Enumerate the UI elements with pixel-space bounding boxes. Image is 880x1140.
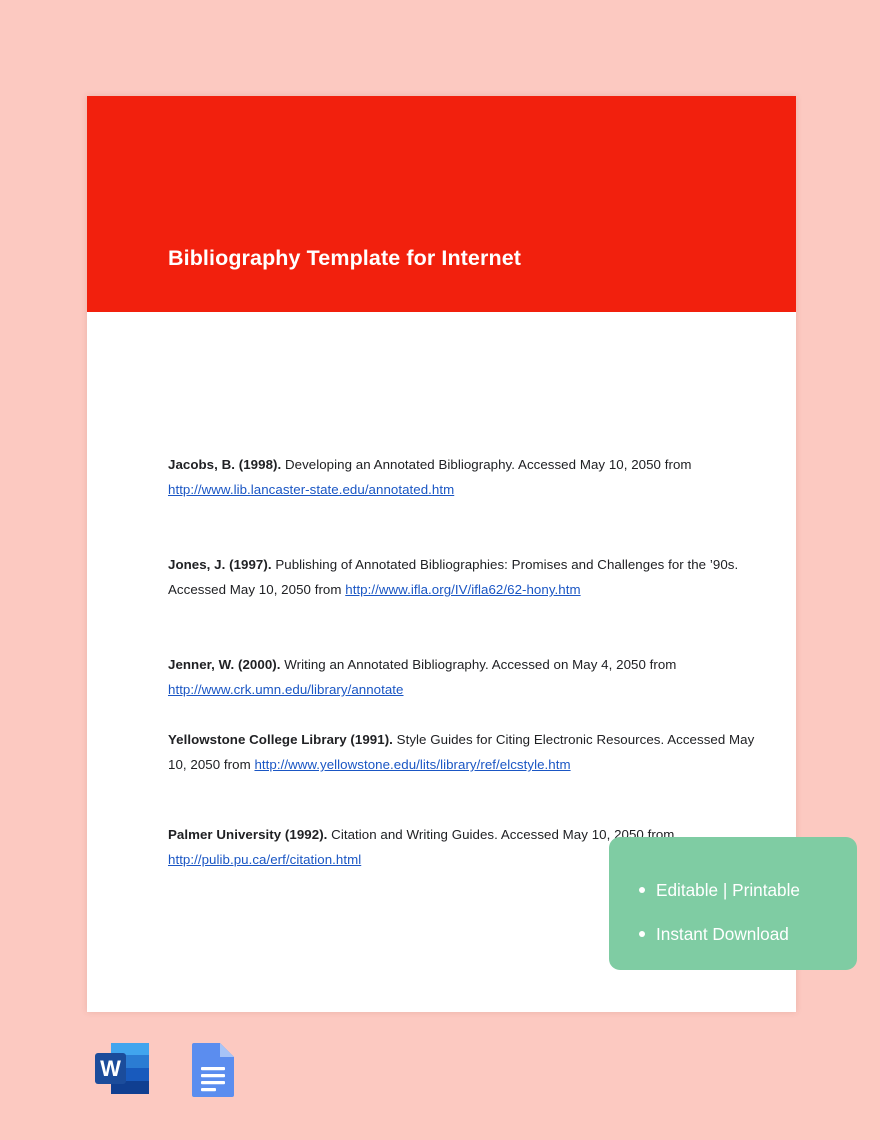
promo-line: Editable | Printable	[639, 868, 857, 912]
entry-link[interactable]: http://www.ifla.org/IV/ifla62/62-hony.ht…	[345, 582, 580, 597]
file-format-icons: W	[92, 1040, 244, 1098]
bibliography-entry: Jones, J. (1997). Publishing of Annotate…	[168, 552, 788, 602]
entry-author: Yellowstone College Library (1991).	[168, 732, 397, 747]
entry-link[interactable]: http://www.yellowstone.edu/lits/library/…	[254, 757, 570, 772]
entry-text: Writing an Annotated Bibliography. Acces…	[284, 657, 677, 672]
bullet-icon	[639, 887, 645, 893]
promo-badge: Editable | Printable Instant Download	[609, 837, 857, 970]
entry-author: Jacobs, B. (1998).	[168, 457, 285, 472]
promo-line: Instant Download	[639, 912, 857, 956]
bibliography-entry: Yellowstone College Library (1991). Styl…	[168, 727, 768, 777]
entry-author: Palmer University (1992).	[168, 827, 332, 842]
entry-link[interactable]: http://www.crk.umn.edu/library/annotate	[168, 682, 404, 697]
google-docs-icon[interactable]	[182, 1040, 244, 1098]
promo-line-label: Editable | Printable	[656, 880, 800, 900]
bibliography-entry: Jacobs, B. (1998). Developing an Annotat…	[168, 452, 768, 502]
promo-line-label: Instant Download	[656, 924, 789, 944]
document-header-banner: Bibliography Template for Internet	[87, 96, 796, 312]
entry-author: Jones, J. (1997).	[168, 557, 276, 572]
page-title: Bibliography Template for Internet	[168, 246, 522, 270]
entry-text: Developing an Annotated Bibliography. Ac…	[284, 457, 692, 472]
svg-text:W: W	[100, 1056, 121, 1081]
bullet-icon	[639, 931, 645, 937]
word-document-icon[interactable]: W	[92, 1040, 154, 1098]
entry-author: Jenner, W. (2000).	[168, 657, 285, 672]
entry-link[interactable]: http://pulib.pu.ca/erf/citation.html	[168, 852, 361, 867]
entry-link[interactable]: http://www.lib.lancaster-state.edu/annot…	[168, 482, 454, 497]
bibliography-entry: Jenner, W. (2000). Writing an Annotated …	[168, 652, 788, 702]
